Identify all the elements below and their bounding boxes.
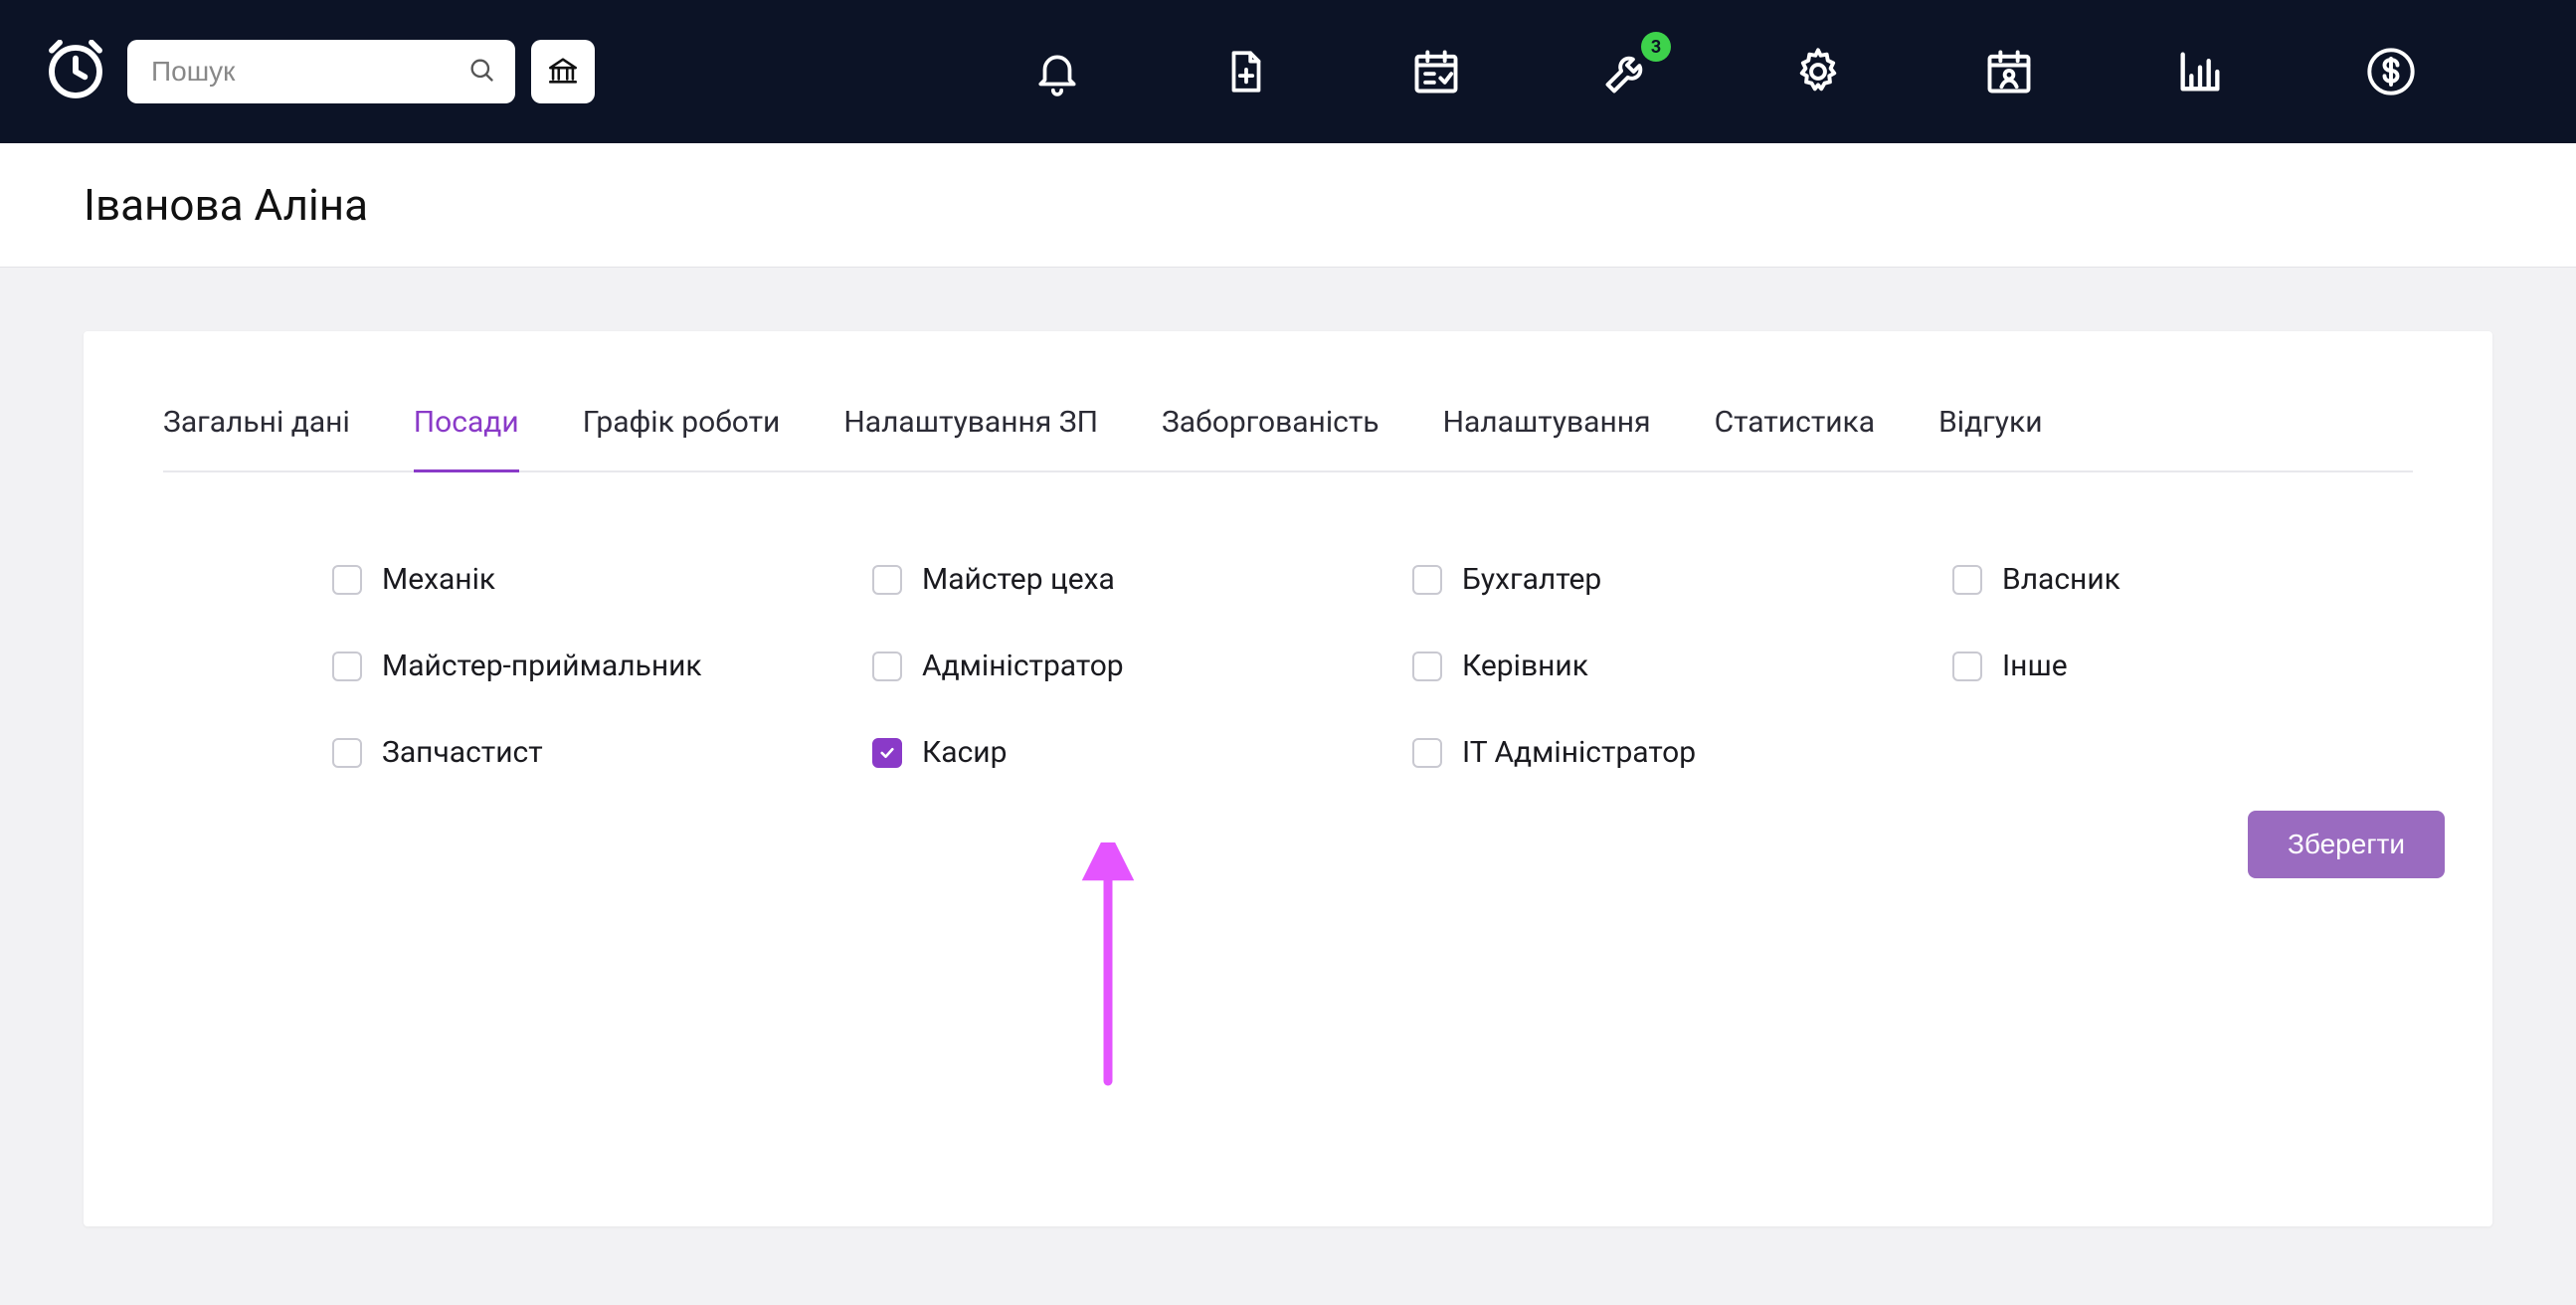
position-label: Власник [2002, 562, 2120, 597]
tab-schedule[interactable]: Графік роботи [583, 405, 781, 472]
reports-button[interactable] [2174, 46, 2226, 97]
bank-icon [546, 54, 580, 91]
position-mechanic[interactable]: Механік [332, 562, 793, 597]
finance-button[interactable] [2365, 46, 2417, 97]
position-shop-master[interactable]: Майстер цеха [872, 562, 1333, 597]
checkbox-it-admin[interactable] [1412, 738, 1442, 768]
checkbox-accountant[interactable] [1412, 565, 1442, 595]
tab-general[interactable]: Загальні дані [163, 405, 350, 472]
position-label: Адміністратор [922, 649, 1124, 683]
checkbox-service-advisor[interactable] [332, 652, 362, 681]
checkbox-other[interactable] [1952, 652, 1982, 681]
position-parts[interactable]: Запчастист [332, 735, 793, 770]
position-manager[interactable]: Керівник [1412, 649, 1873, 683]
position-label: Запчастист [382, 735, 543, 770]
card: Загальні дані Посади Графік роботи Налаштув… [84, 331, 2492, 1226]
position-service-advisor[interactable]: Майстер-приймальник [332, 649, 793, 683]
positions-grid: Механік Майстер цеха Бухгалтер Власник Майст… [163, 562, 2413, 770]
contacts-button[interactable] [1983, 46, 2035, 97]
tabs: Загальні дані Посади Графік роботи Налаштув… [163, 405, 2413, 472]
position-accountant[interactable]: Бухгалтер [1412, 562, 1873, 597]
page-header: Іванова Аліна [0, 143, 2576, 268]
position-cashier[interactable]: Касир [872, 735, 1333, 770]
position-label: Керівник [1462, 649, 1588, 683]
topnav: 3 [0, 0, 2576, 143]
checkbox-cashier[interactable] [872, 738, 902, 768]
position-owner[interactable]: Власник [1952, 562, 2413, 597]
page-title: Іванова Аліна [84, 179, 2492, 231]
checkbox-owner[interactable] [1952, 565, 1982, 595]
position-label: Механік [382, 562, 495, 597]
tab-stats[interactable]: Статистика [1715, 405, 1876, 472]
bell-icon [1032, 47, 1082, 96]
position-it-admin[interactable]: IT Адміністратор [1412, 735, 1873, 770]
position-label: Касир [922, 735, 1007, 770]
checkbox-admin[interactable] [872, 652, 902, 681]
tools-badge: 3 [1641, 32, 1671, 62]
checkbox-parts[interactable] [332, 738, 362, 768]
position-label: Майстер-приймальник [382, 649, 702, 683]
save-button[interactable]: Зберегти [2248, 811, 2445, 878]
bar-chart-icon [2174, 46, 2226, 97]
nav-icons: 3 [1032, 46, 2536, 97]
position-label: IT Адміністратор [1462, 735, 1696, 770]
calendar-tasks-button[interactable] [1410, 46, 1462, 97]
search-input[interactable] [127, 40, 515, 103]
position-label: Інше [2002, 649, 2068, 683]
tab-salary[interactable]: Налаштування ЗП [843, 405, 1098, 472]
dollar-circle-icon [2365, 46, 2417, 97]
checkbox-manager[interactable] [1412, 652, 1442, 681]
tab-reviews[interactable]: Відгуки [1938, 405, 2042, 472]
position-admin[interactable]: Адміністратор [872, 649, 1333, 683]
content: Загальні дані Посади Графік роботи Налаштув… [0, 268, 2576, 1290]
gear-icon [1792, 46, 1844, 97]
file-plus-icon [1221, 47, 1271, 96]
position-label: Бухгалтер [1462, 562, 1601, 597]
settings-button[interactable] [1792, 46, 1844, 97]
bank-button[interactable] [531, 40, 595, 103]
search-wrap [127, 40, 515, 103]
checkbox-mechanic[interactable] [332, 565, 362, 595]
tab-settings[interactable]: Налаштування [1443, 405, 1651, 472]
position-label: Майстер цеха [922, 562, 1115, 597]
app-logo[interactable] [40, 36, 111, 107]
contact-calendar-icon [1983, 46, 2035, 97]
tab-debt[interactable]: Заборгованість [1162, 405, 1380, 472]
tab-positions[interactable]: Посади [414, 405, 519, 472]
checkbox-shop-master[interactable] [872, 565, 902, 595]
calendar-check-icon [1410, 46, 1462, 97]
position-other[interactable]: Інше [1952, 649, 2413, 683]
notifications-button[interactable] [1032, 47, 1082, 96]
annotation-arrow [1078, 842, 1138, 1095]
tools-button[interactable]: 3 [1601, 46, 1653, 97]
new-document-button[interactable] [1221, 47, 1271, 96]
